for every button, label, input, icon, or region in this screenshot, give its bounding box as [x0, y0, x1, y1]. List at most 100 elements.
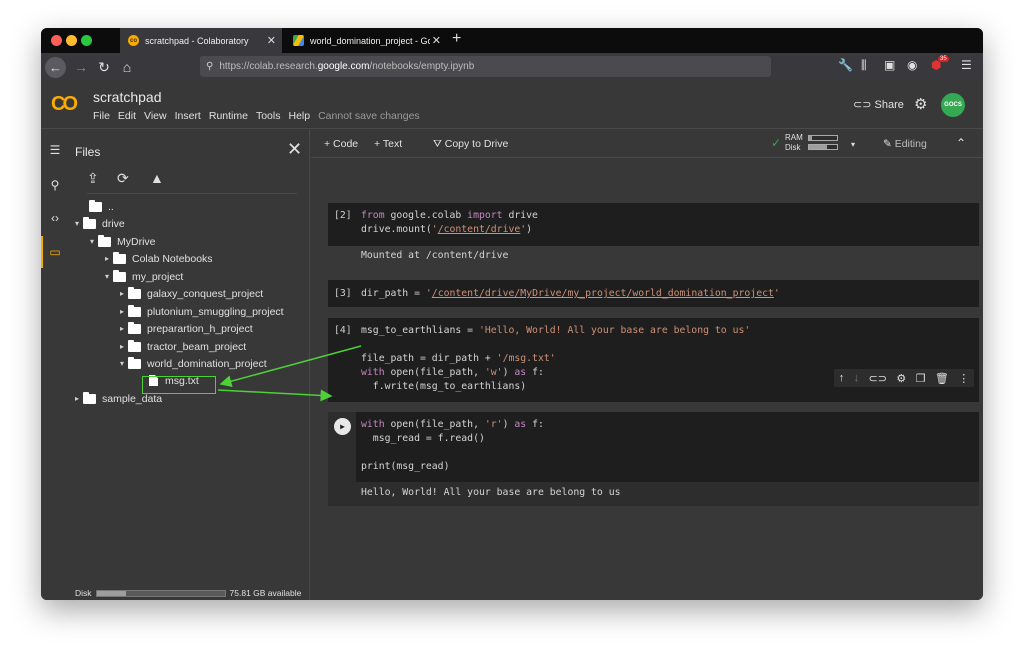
- caret-right-icon[interactable]: ▸: [116, 289, 128, 298]
- tree-item-plutonium-smuggling[interactable]: ▸ plutonium_smuggling_project: [116, 303, 284, 320]
- active-rail-indicator: [41, 236, 43, 268]
- tree-item-tractor-beam[interactable]: ▸ tractor_beam_project: [116, 338, 246, 355]
- hamburger-menu-icon[interactable]: ☰: [961, 58, 972, 72]
- menu-help[interactable]: Help: [288, 110, 310, 122]
- caret-down-icon[interactable]: ▾: [116, 359, 128, 368]
- delete-icon[interactable]: 🗑: [935, 372, 949, 385]
- tree-item-mydrive[interactable]: ▾ MyDrive: [86, 233, 156, 250]
- back-button[interactable]: ←: [45, 57, 66, 78]
- gear-icon[interactable]: ⚙: [896, 372, 906, 385]
- tree-item-galaxy-conquest[interactable]: ▸ galaxy_conquest_project: [116, 285, 263, 302]
- forward-button[interactable]: →: [72, 57, 90, 77]
- menu-insert[interactable]: Insert: [175, 110, 201, 122]
- run-cell-button[interactable]: ▶: [334, 418, 351, 435]
- table-of-contents-icon[interactable]: ☰: [41, 143, 69, 157]
- folder-icon: [128, 304, 141, 317]
- cell-source[interactable]: with open(file_path, 'r') as f: msg_read…: [361, 418, 544, 474]
- url-domain: google.com: [317, 61, 370, 72]
- tree-item-label: Colab Notebooks: [132, 252, 213, 265]
- tree-item-label: world_domination_project: [147, 357, 267, 370]
- url-bar[interactable]: ⚲ https://colab.research. google.com/note…: [200, 56, 771, 77]
- close-panel-button[interactable]: ✕: [287, 139, 302, 160]
- add-code-button[interactable]: + Code: [324, 138, 358, 150]
- tree-item-drive[interactable]: ▾ drive: [71, 215, 125, 232]
- copy-to-drive-label: Copy to Drive: [444, 138, 509, 150]
- library-icon[interactable]: ⫼: [861, 58, 867, 73]
- search-icon[interactable]: ⚲: [41, 178, 69, 192]
- cell-source[interactable]: msg_to_earthlians = 'Hello, World! All y…: [361, 324, 750, 394]
- folder-icon[interactable]: ▭: [41, 245, 69, 259]
- folder-up-icon: [89, 199, 102, 212]
- tree-item-preparartion-h[interactable]: ▸ preparartion_h_project: [116, 320, 253, 337]
- files-panel: Files ✕ ⇪ ⟳ ▲ .. ▾ drive ▾ MyDrive ▸ Col…: [69, 130, 310, 600]
- link-icon[interactable]: ⊂⊃: [869, 372, 887, 385]
- gear-icon[interactable]: ⚙: [914, 95, 927, 113]
- code-snippets-icon[interactable]: ‹›: [41, 211, 69, 225]
- cell-source[interactable]: from google.colab import drive drive.mou…: [361, 209, 538, 237]
- caret-right-icon[interactable]: ▸: [101, 254, 113, 263]
- account-icon[interactable]: ◉: [907, 58, 917, 72]
- tree-item-label: plutonium_smuggling_project: [147, 305, 284, 318]
- menu-file[interactable]: File: [93, 110, 110, 122]
- tree-item-label: drive: [102, 217, 125, 230]
- upload-icon[interactable]: ⇪: [87, 170, 99, 187]
- close-tab-icon[interactable]: ✕: [432, 34, 441, 47]
- tree-item-my-project[interactable]: ▾ my_project: [101, 268, 183, 285]
- code-cell[interactable]: [4] msg_to_earthlians = 'Hello, World! A…: [328, 318, 979, 402]
- caret-down-icon[interactable]: ▾: [71, 219, 83, 228]
- caret-right-icon[interactable]: ▸: [116, 342, 128, 351]
- tree-item-parent[interactable]: ..: [89, 198, 114, 215]
- tree-item-label: preparartion_h_project: [147, 322, 253, 335]
- more-options-icon[interactable]: ⋮: [958, 372, 969, 385]
- menu-edit[interactable]: Edit: [118, 110, 136, 122]
- tab-scratchpad[interactable]: co scratchpad - Colaboratory ✕: [120, 28, 282, 53]
- code-cell[interactable]: [3] dir_path = '/content/drive/MyDrive/m…: [328, 280, 979, 307]
- notebook-title[interactable]: scratchpad: [93, 89, 161, 105]
- chevron-up-icon[interactable]: ⌃: [956, 136, 966, 150]
- reload-button[interactable]: ↻: [95, 57, 113, 77]
- code-cell[interactable]: [2] from google.colab import drive drive…: [328, 203, 979, 246]
- caret-right-icon[interactable]: ▸: [71, 394, 83, 403]
- mirror-cell-icon[interactable]: ❐: [916, 372, 926, 385]
- avatar[interactable]: GOCS: [941, 93, 965, 117]
- colab-header: CO scratchpad File Edit View Insert Runt…: [41, 81, 983, 129]
- minimize-window-button[interactable]: [66, 35, 77, 46]
- cell-source[interactable]: dir_path = '/content/drive/MyDrive/my_pr…: [361, 287, 780, 301]
- pencil-icon: ✎: [883, 138, 895, 150]
- resource-monitor[interactable]: RAM Disk: [785, 133, 803, 153]
- caret-down-icon[interactable]: ▾: [86, 237, 98, 246]
- move-down-icon[interactable]: ↓: [854, 372, 860, 384]
- share-button[interactable]: ⊂⊃ Share: [853, 98, 904, 111]
- sidebar-toggle-icon[interactable]: ▣: [884, 58, 895, 72]
- caret-right-icon[interactable]: ▸: [116, 324, 128, 333]
- copy-to-drive-button[interactable]: ⛛ Copy to Drive: [433, 138, 508, 151]
- zoom-window-button[interactable]: [81, 35, 92, 46]
- folder-icon: [128, 339, 141, 352]
- caret-right-icon[interactable]: ▸: [116, 307, 128, 316]
- menu-view[interactable]: View: [144, 110, 167, 122]
- new-tab-button[interactable]: +: [452, 30, 461, 48]
- highlight-box: [142, 376, 216, 394]
- colab-logo[interactable]: CO: [51, 93, 78, 116]
- ram-bar-fill: [809, 136, 812, 140]
- menu-runtime[interactable]: Runtime: [209, 110, 248, 122]
- home-button[interactable]: ⌂: [118, 57, 136, 77]
- tab-world-domination[interactable]: world_domination_project - Go ✕: [285, 28, 447, 53]
- cell-output: Hello, World! All your base are belong t…: [361, 487, 621, 498]
- close-window-button[interactable]: [51, 35, 62, 46]
- editing-button[interactable]: ✎ Editing: [883, 138, 927, 150]
- close-tab-icon[interactable]: ✕: [267, 34, 276, 47]
- disk-usage-fill: [96, 590, 126, 596]
- add-text-button[interactable]: + Text: [374, 138, 402, 150]
- active-code-cell[interactable]: ▶ with open(file_path, 'r') as f: msg_re…: [328, 412, 979, 482]
- tree-item-colab-notebooks[interactable]: ▸ Colab Notebooks: [101, 250, 213, 267]
- menu-tools[interactable]: Tools: [256, 110, 281, 122]
- caret-down-icon[interactable]: ▾: [101, 272, 113, 281]
- refresh-folder-icon[interactable]: ⟳: [117, 170, 129, 187]
- tree-item-world-domination[interactable]: ▾ world_domination_project: [116, 355, 267, 372]
- mount-drive-icon[interactable]: ▲: [150, 170, 164, 186]
- chevron-down-icon[interactable]: ▾: [851, 140, 855, 149]
- move-up-icon[interactable]: ↑: [839, 372, 845, 384]
- tree-item-label: galaxy_conquest_project: [147, 287, 264, 300]
- wrench-icon[interactable]: 🔧: [838, 58, 853, 72]
